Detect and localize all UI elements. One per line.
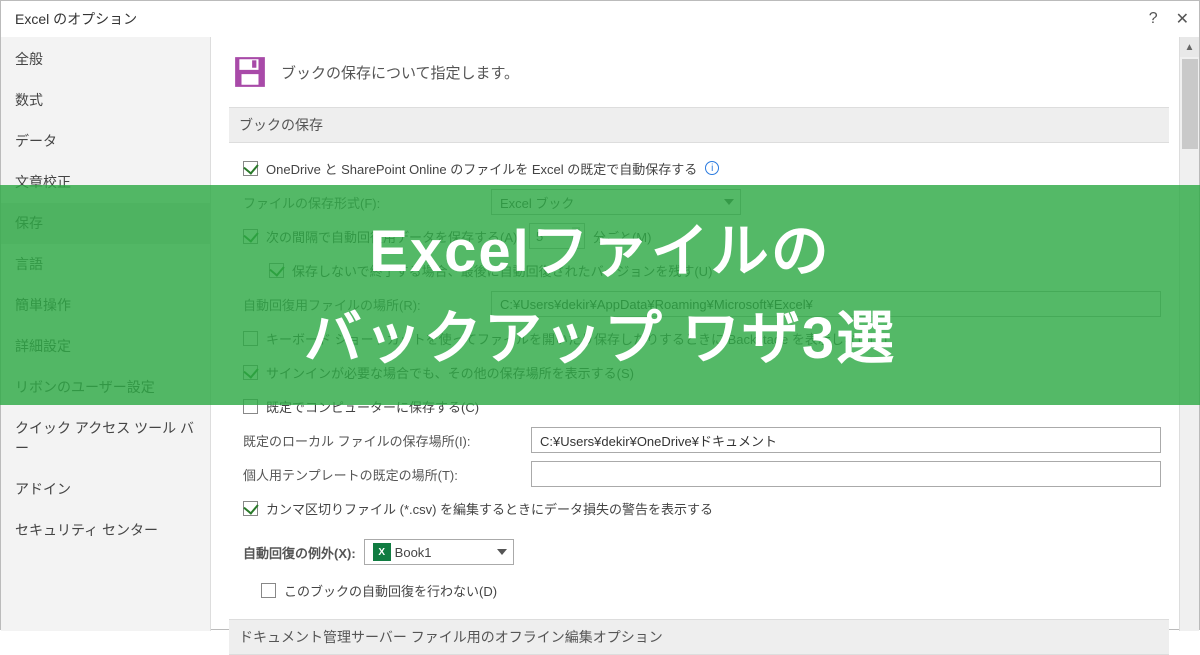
checkbox-hide-backstage[interactable] <box>243 331 258 346</box>
section-autorecover-exceptions: 自動回復の例外(X): <box>243 543 356 562</box>
checkbox-default-computer[interactable] <box>243 399 258 414</box>
label-onedrive-autosave: OneDrive と SharePoint Online のファイルを Exce… <box>266 159 697 178</box>
sidebar-item-advanced[interactable]: 詳細設定 <box>1 326 210 367</box>
label-show-other-locations: サインインが必要な場合でも、その他の保存場所を表示する(S) <box>266 363 634 382</box>
sidebar-item-save[interactable]: 保存 <box>1 203 210 244</box>
input-autorecover-location[interactable]: C:¥Users¥dekir¥AppData¥Roaming¥Microsoft… <box>491 291 1161 317</box>
input-template-location[interactable] <box>531 461 1161 487</box>
input-autorecover-location-value: C:¥Users¥dekir¥AppData¥Roaming¥Microsoft… <box>500 297 813 312</box>
vertical-scrollbar[interactable]: ▲ <box>1179 37 1199 631</box>
info-icon[interactable]: i <box>705 161 719 175</box>
main-panel: ブックの保存について指定します。 ブックの保存 OneDrive と Share… <box>211 37 1199 631</box>
save-settings-form: OneDrive と SharePoint Online のファイルを Exce… <box>229 153 1169 523</box>
dropdown-workbook[interactable]: X Book1 <box>364 539 514 565</box>
sidebar-item-addins[interactable]: アドイン <box>1 469 210 510</box>
checkbox-autorecover[interactable] <box>243 229 258 244</box>
scroll-up-arrow[interactable]: ▲ <box>1180 37 1199 57</box>
sidebar-item-trust[interactable]: セキュリティ センター <box>1 510 210 551</box>
sidebar-item-ribbon[interactable]: リボンのユーザー設定 <box>1 367 210 408</box>
label-disable-autorecover-book: このブックの自動回復を行わない(D) <box>284 581 497 600</box>
input-default-local-location[interactable]: C:¥Users¥dekir¥OneDrive¥ドキュメント <box>531 427 1161 453</box>
window-title: Excel のオプション <box>15 9 137 29</box>
label-file-format: ファイルの保存形式(F): <box>243 193 483 212</box>
checkbox-show-other-locations[interactable] <box>243 365 258 380</box>
label-default-computer: 既定でコンピューターに保存する(C) <box>266 397 479 416</box>
sidebar-item-language[interactable]: 言語 <box>1 244 210 285</box>
sidebar-item-ease[interactable]: 簡単操作 <box>1 285 210 326</box>
dropdown-file-format-value: Excel ブック <box>500 193 574 212</box>
spinner-autorecover-value: 5 <box>536 229 543 244</box>
label-autorecover-suffix: 分ごと(M) <box>593 227 652 246</box>
checkbox-csv-warning[interactable] <box>243 501 258 516</box>
titlebar: Excel のオプション ? ✕ <box>1 1 1199 37</box>
sidebar-item-qat[interactable]: クイック アクセス ツール バー <box>1 408 210 469</box>
sidebar-item-formulas[interactable]: 数式 <box>1 80 210 121</box>
save-floppy-icon <box>233 55 267 89</box>
sidebar-item-general[interactable]: 全般 <box>1 39 210 80</box>
spinner-autorecover-minutes[interactable]: 5 <box>529 223 585 249</box>
page-header-text: ブックの保存について指定します。 <box>281 62 519 83</box>
dropdown-file-format[interactable]: Excel ブック <box>491 189 741 215</box>
checkbox-keep-last-version[interactable] <box>269 263 284 278</box>
section-save-workbook: ブックの保存 <box>229 107 1169 143</box>
label-keep-last-version: 保存しないで終了する場合、最後に自動回復されたバージョンを残す(U) <box>292 261 712 280</box>
checkbox-onedrive-autosave[interactable] <box>243 161 258 176</box>
label-hide-backstage: キーボード ショートカットを使ってファイルを開いたり保存したりするときに Bac… <box>266 329 887 348</box>
options-dialog: Excel のオプション ? ✕ 全般 数式 データ 文章校正 保存 言語 簡単… <box>0 0 1200 630</box>
checkbox-disable-autorecover-book[interactable] <box>261 583 276 598</box>
dropdown-workbook-value: Book1 <box>395 545 432 560</box>
sidebar-item-proofing[interactable]: 文章校正 <box>1 162 210 203</box>
label-autorecover-prefix: 次の間隔で自動回復用データを保存する(A): <box>266 227 521 246</box>
label-template-location: 個人用テンプレートの既定の場所(T): <box>243 465 523 484</box>
close-button[interactable]: ✕ <box>1176 9 1189 29</box>
label-csv-warning: カンマ区切りファイル (*.csv) を編集するときにデータ損失の警告を表示する <box>266 499 713 518</box>
page-header: ブックの保存について指定します。 <box>229 37 1169 107</box>
label-default-local-location: 既定のローカル ファイルの保存場所(I): <box>243 431 523 450</box>
scroll-thumb[interactable] <box>1182 59 1198 149</box>
sidebar-item-data[interactable]: データ <box>1 121 210 162</box>
input-default-local-value: C:¥Users¥dekir¥OneDrive¥ドキュメント <box>540 431 777 450</box>
scroll-area: ブックの保存について指定します。 ブックの保存 OneDrive と Share… <box>211 37 1175 655</box>
label-autorecover-location: 自動回復用ファイルの場所(R): <box>243 295 483 314</box>
help-button[interactable]: ? <box>1149 10 1158 28</box>
titlebar-buttons: ? ✕ <box>1149 9 1189 29</box>
section-offline-editing: ドキュメント管理サーバー ファイル用のオフライン編集オプション <box>229 619 1169 655</box>
excel-book-icon: X <box>373 543 391 561</box>
category-sidebar: 全般 数式 データ 文章校正 保存 言語 簡単操作 詳細設定 リボンのユーザー設… <box>1 37 211 631</box>
dialog-body: 全般 数式 データ 文章校正 保存 言語 簡単操作 詳細設定 リボンのユーザー設… <box>1 37 1199 631</box>
